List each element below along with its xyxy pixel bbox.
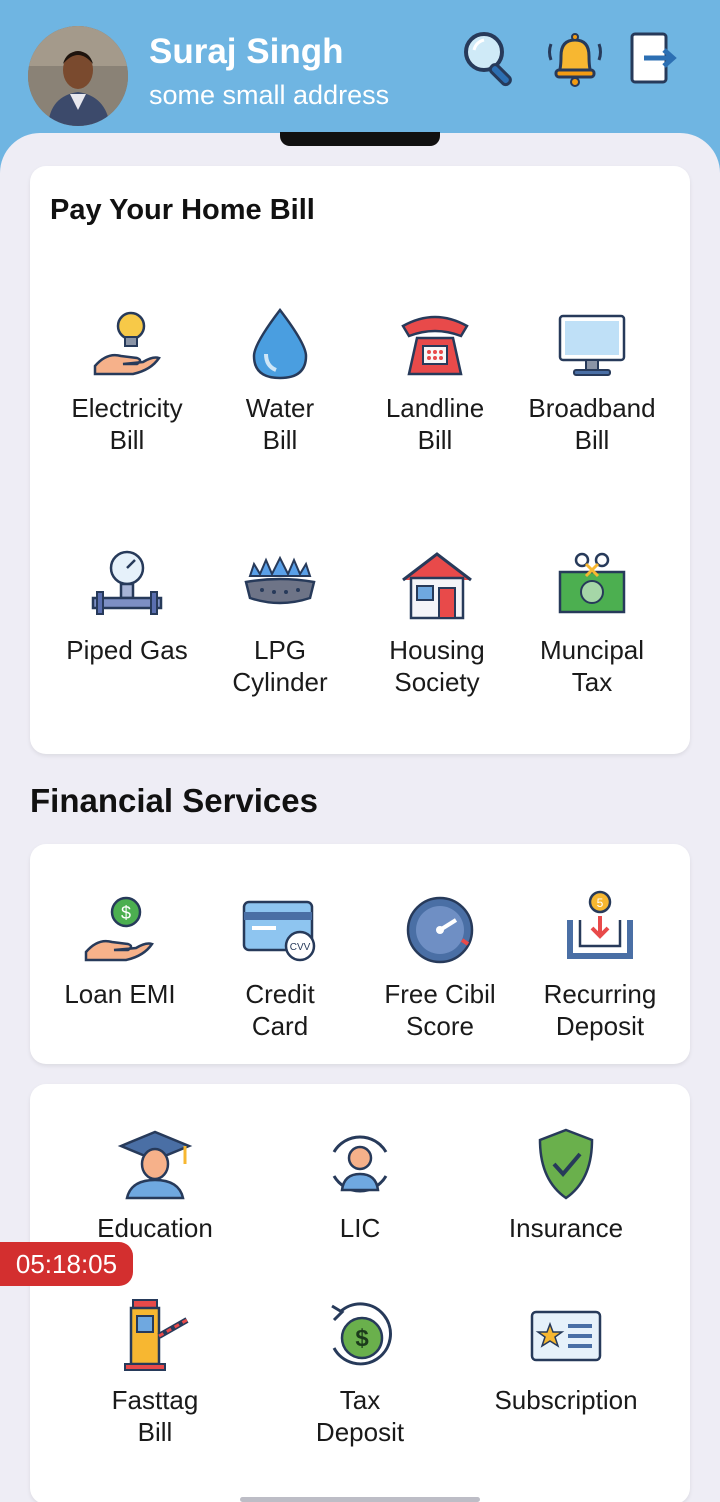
dollar-cycle-icon: $ [331, 1302, 392, 1366]
telephone-icon [401, 315, 469, 376]
water-drop-icon [252, 307, 308, 380]
cibil-label: Free Cibil Score [384, 979, 496, 1041]
insurance-tile[interactable]: Insurance [486, 1124, 646, 1244]
electricity-icon [93, 311, 161, 376]
search-icon[interactable] [460, 28, 520, 88]
cibil-score-tile[interactable]: Free Cibil Score [360, 890, 520, 1042]
subscription-card-icon [530, 1310, 602, 1362]
bell-icon[interactable] [545, 28, 605, 88]
education-label: Education [97, 1213, 213, 1243]
subscription-label: Subscription [494, 1385, 638, 1415]
subscription-tile[interactable]: Subscription [486, 1296, 646, 1416]
housing-society-tile[interactable]: Housing Society [357, 546, 517, 698]
other-services-card: Education LIC Insurance Fasttag Bill $ T… [30, 1084, 690, 1502]
financial-services-title: Financial Services [30, 782, 318, 819]
lpg-label: LPG Cylinder [232, 635, 328, 697]
deposit-icon: 5 [567, 890, 633, 959]
lpg-cylinder-tile[interactable]: LPG Cylinder [200, 546, 360, 698]
user-address: some small address [149, 80, 390, 110]
credit-card-icon: CVV [242, 900, 316, 962]
recurring-deposit-tile[interactable]: 5 Recurring Deposit [520, 890, 680, 1042]
speedometer-icon [406, 896, 474, 964]
loan-hand-icon: $ [84, 896, 154, 962]
timer-badge: 05:18:05 [0, 1242, 133, 1286]
recurring-label: Recurring Deposit [543, 979, 657, 1041]
electricity-bill-tile[interactable]: Electricity Bill [42, 304, 212, 456]
tax-deposit-label: Tax Deposit [315, 1385, 405, 1447]
fasttag-label: Fasttag Bill [111, 1385, 199, 1447]
logout-icon[interactable] [622, 28, 682, 88]
gas-meter-icon [91, 550, 163, 615]
credit-card-tile[interactable]: CVV Credit Card [200, 890, 360, 1042]
notch [280, 132, 440, 146]
municipal-tax-tile[interactable]: Muncipal Tax [512, 546, 672, 698]
electricity-label: Electricity Bill [71, 393, 183, 455]
insurance-label: Insurance [508, 1213, 624, 1243]
loan-emi-tile[interactable]: $ Loan EMI [30, 890, 210, 1010]
monitor-icon [558, 314, 626, 376]
tax-deposit-tile[interactable]: $ Tax Deposit [280, 1296, 440, 1448]
toll-booth-icon [124, 1299, 189, 1371]
home-bill-card: Pay Your Home Bill Electricity Bill Wate… [30, 166, 690, 754]
water-label: Water Bill [245, 393, 315, 455]
landline-bill-tile[interactable]: Landline Bill [355, 304, 515, 456]
svg-text:CVV: CVV [290, 942, 311, 953]
education-tile[interactable]: Education [70, 1124, 240, 1244]
water-bill-tile[interactable]: Water Bill [200, 304, 360, 456]
home-indicator [240, 1497, 480, 1502]
broadband-bill-tile[interactable]: Broadband Bill [512, 304, 672, 456]
shield-check-icon [538, 1128, 594, 1200]
municipal-label: Muncipal Tax [539, 635, 645, 697]
piped-gas-tile[interactable]: Piped Gas [42, 546, 212, 666]
home-bill-title: Pay Your Home Bill [50, 194, 315, 226]
lic-tile[interactable]: LIC [280, 1124, 440, 1244]
broadband-label: Broadband Bill [528, 393, 656, 455]
svg-text:5: 5 [597, 896, 604, 910]
housing-label: Housing Society [389, 635, 485, 697]
credit-card-label: Credit Card [245, 979, 315, 1041]
avatar[interactable] [28, 26, 128, 126]
fasttag-tile[interactable]: Fasttag Bill [70, 1296, 240, 1448]
landline-label: Landline Bill [385, 393, 485, 455]
svg-text:$: $ [355, 1325, 369, 1352]
loan-emi-label: Loan EMI [64, 979, 176, 1009]
person-cycle-icon [332, 1135, 388, 1193]
house-icon [402, 552, 472, 620]
lic-label: LIC [339, 1213, 381, 1243]
piped-gas-label: Piped Gas [66, 635, 188, 665]
financial-services-card: $ Loan EMI CVV Credit Card Free Cibil Sc… [30, 844, 690, 1064]
graduation-icon [117, 1130, 193, 1200]
money-icon [558, 552, 626, 614]
user-name: Suraj Singh [149, 32, 344, 71]
svg-text:$: $ [121, 903, 131, 923]
gas-burner-icon [244, 555, 316, 605]
